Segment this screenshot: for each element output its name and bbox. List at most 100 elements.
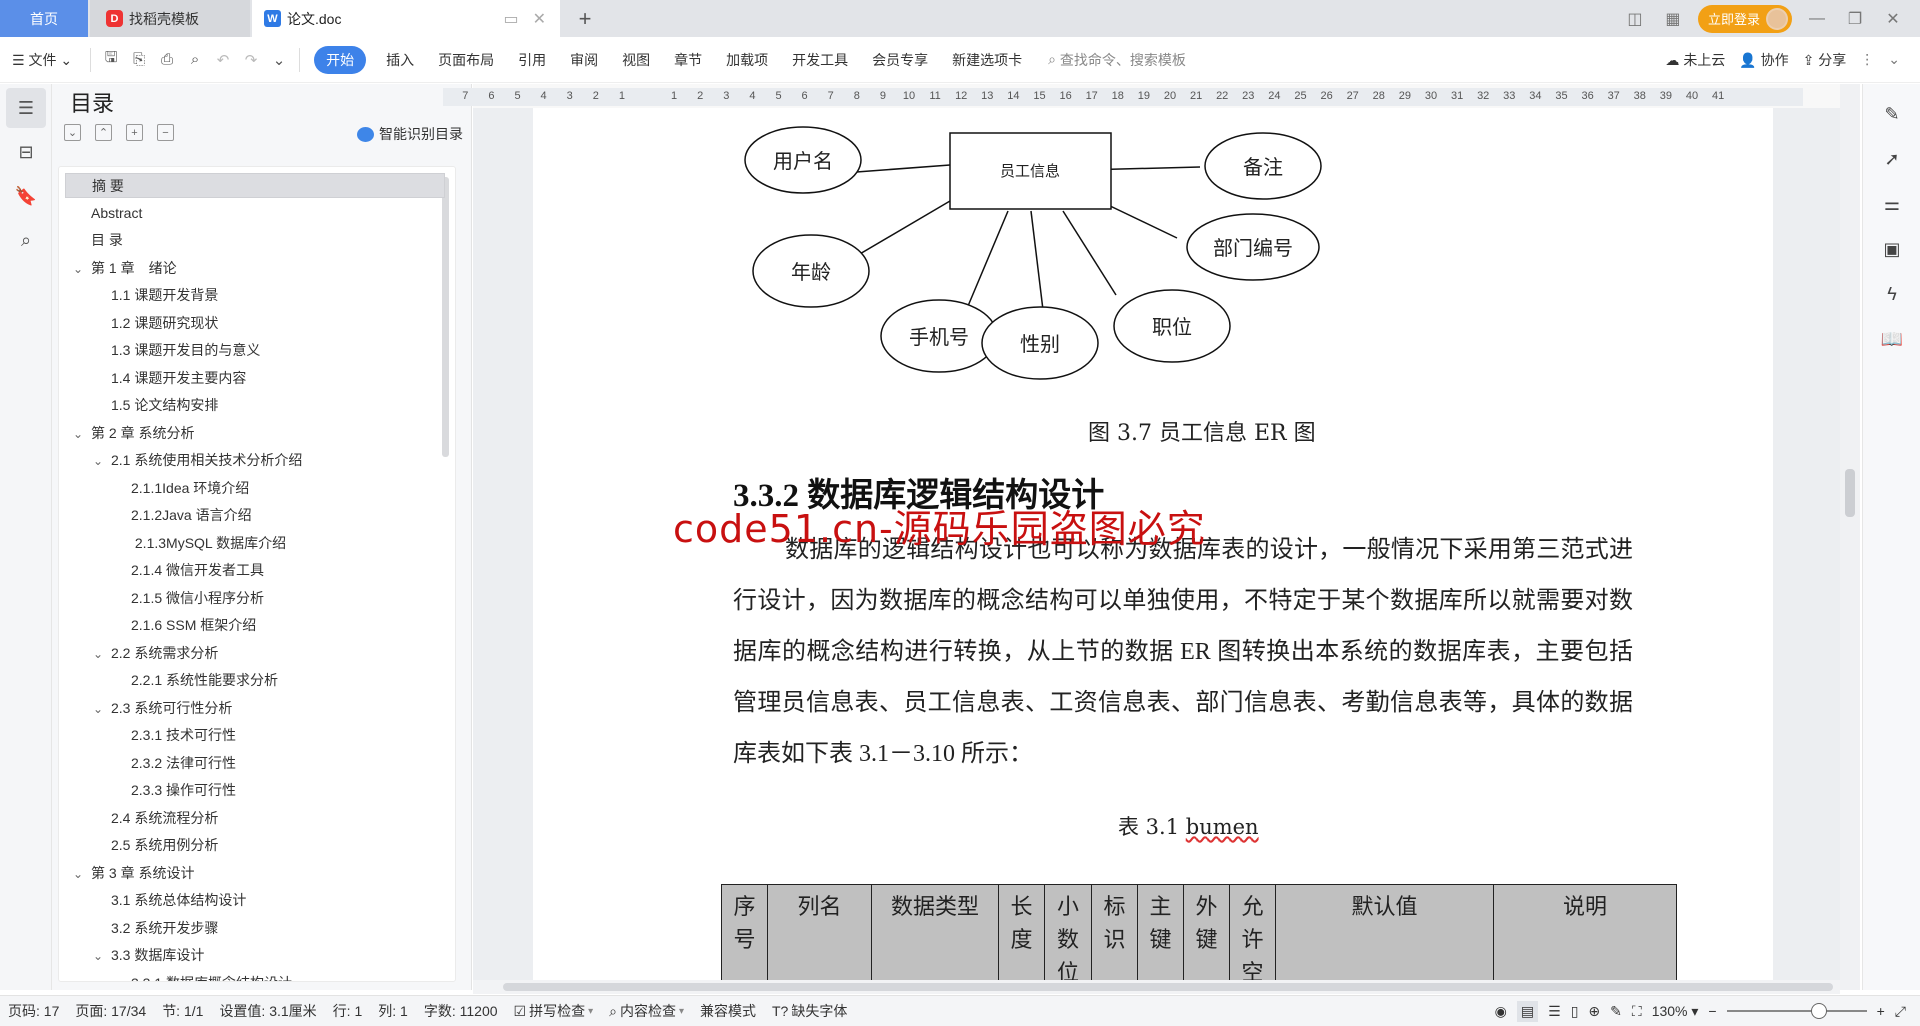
search-icon[interactable]: ⌕ <box>6 220 46 260</box>
zoom-out-button[interactable]: − <box>1708 1003 1716 1019</box>
toc-item[interactable]: 2.1.2Java 语言介绍 <box>65 503 445 528</box>
toc-item[interactable]: 1.3 课题开发目的与意义 <box>65 338 445 363</box>
toc-item[interactable]: 2.1.5 微信小程序分析 <box>65 586 445 611</box>
collapse-ribbon-icon[interactable]: ⌄ <box>1888 51 1900 68</box>
expand-all-icon[interactable]: ⌄ <box>64 124 81 141</box>
bookmark-icon[interactable]: 🔖 <box>6 176 46 216</box>
tab-references[interactable]: 引用 <box>506 50 558 70</box>
reading-view-icon[interactable]: ▯ <box>1571 1003 1579 1020</box>
toc-item[interactable]: 1.5 论文结构安排 <box>65 393 445 418</box>
vertical-scroll-thumb[interactable] <box>1845 469 1855 517</box>
chevron-down-icon[interactable]: ⌄ <box>93 449 111 474</box>
chevron-down-icon[interactable]: ⌄ <box>93 697 111 722</box>
content-check-button[interactable]: ⌕ 内容检查 ▾ <box>601 1001 692 1021</box>
export-pdf-icon[interactable]: ⎘ <box>128 49 150 71</box>
chevron-down-icon[interactable]: ⌄ <box>73 257 91 282</box>
horizontal-scrollbar[interactable] <box>473 980 1840 994</box>
toc-item[interactable]: ⌄ 2.3 系统可行性分析 <box>65 696 445 721</box>
close-window-icon[interactable]: ✕ <box>1880 9 1906 29</box>
chevron-down-icon[interactable]: ⌄ <box>73 862 91 887</box>
tab-addins[interactable]: 加载项 <box>714 50 780 70</box>
ai-bolt-icon[interactable]: ϟ <box>1877 279 1907 309</box>
apps-grid-icon[interactable]: ▦ <box>1660 9 1686 29</box>
zoom-slider[interactable] <box>1726 1003 1867 1019</box>
toc-item[interactable]: 1.4 课题开发主要内容 <box>65 366 445 391</box>
navigation-icon[interactable]: ⊟ <box>6 132 46 172</box>
tab-docer-templates[interactable]: D 找稻壳模板 <box>90 0 250 37</box>
save-icon[interactable]: 🖫 <box>100 49 122 71</box>
toc-item[interactable]: ⌄ 2.1 系统使用相关技术分析介绍 <box>65 448 445 473</box>
write-mode-icon[interactable]: ✎ <box>1610 1003 1622 1020</box>
tab-member[interactable]: 会员专享 <box>860 50 940 70</box>
toc-panel-icon[interactable]: ☰ <box>6 88 46 128</box>
minimize-icon[interactable]: — <box>1804 10 1830 28</box>
remove-level-icon[interactable]: − <box>157 124 174 141</box>
pointer-icon[interactable]: ➚ <box>1877 144 1907 174</box>
toc-item[interactable]: ⌄ 第 3 章 系统设计 <box>65 861 445 886</box>
toc-item[interactable]: 3.2 系统开发步骤 <box>65 916 445 941</box>
fullscreen-icon[interactable]: ⤢ <box>1895 1003 1906 1020</box>
pin-tab-icon[interactable]: ▭ <box>503 9 518 29</box>
print-icon[interactable]: ⎙ <box>156 49 178 71</box>
zoom-level[interactable]: 130% ▾ <box>1652 1003 1699 1020</box>
tab-insert[interactable]: 插入 <box>374 50 426 70</box>
tab-review[interactable]: 审阅 <box>558 50 610 70</box>
toc-item[interactable]: 3.3.1 数据库概念结构设计 <box>65 971 445 982</box>
file-menu[interactable]: ☰ 文件 ⌄ <box>0 50 84 70</box>
toc-item[interactable]: Abstract <box>65 201 445 226</box>
tab-start[interactable]: 开始 <box>314 45 367 74</box>
adjust-sliders-icon[interactable]: ⚌ <box>1877 189 1907 219</box>
toc-item[interactable]: 1.2 课题研究现状 <box>65 311 445 336</box>
tab-page-layout[interactable]: 页面布局 <box>426 50 506 70</box>
smart-toc-button[interactable]: 智能识别目录 <box>357 124 463 144</box>
toc-item[interactable]: ⌄ 2.2 系统需求分析 <box>65 641 445 666</box>
toc-item[interactable]: 2.1.3MySQL 数据库介绍 <box>65 531 445 556</box>
share-button[interactable]: ⇪ 分享 <box>1803 50 1847 70</box>
read-book-icon[interactable]: 📖 <box>1877 324 1907 354</box>
restore-icon[interactable]: ❐ <box>1842 9 1868 29</box>
toc-item[interactable]: 2.2.1 系统性能要求分析 <box>65 668 445 693</box>
body-paragraph[interactable]: 数据库的逻辑结构设计也可以称为数据库表的设计，一般情况下采用第三范式进行设计，因… <box>733 525 1633 780</box>
material-store-icon[interactable]: ▣ <box>1877 234 1907 264</box>
horizontal-ruler[interactable]: 7 6 5 4 3 2 1 1 2 3 4 5 6 7 8 9 10 11 12 13 14 15 16 17 18 19 20 21… <box>443 84 1840 108</box>
toc-item[interactable]: 2.3.2 法律可行性 <box>65 751 445 776</box>
toc-item[interactable]: 2.4 系统流程分析 <box>65 806 445 831</box>
command-search[interactable]: ⌕ 查找命令、搜索模板 <box>1034 50 1186 70</box>
web-view-icon[interactable]: ⊕ <box>1588 1003 1600 1020</box>
pen-icon[interactable]: ✎ <box>1877 99 1907 129</box>
redo-icon[interactable]: ↷ <box>240 49 262 71</box>
status-words[interactable]: 字数: 11200 <box>416 1001 506 1021</box>
status-page-code[interactable]: 页码: 17 <box>0 1001 67 1021</box>
toc-item[interactable]: 2.1.6 SSM 框架介绍 <box>65 613 445 638</box>
toc-item[interactable]: 2.1.1Idea 环境介绍 <box>65 476 445 501</box>
chevron-down-icon[interactable]: ⌄ <box>93 944 111 969</box>
toc-item[interactable]: 2.3.3 操作可行性 <box>65 778 445 803</box>
missing-font-button[interactable]: T? 缺失字体 <box>764 1001 855 1021</box>
tab-developer[interactable]: 开发工具 <box>780 50 860 70</box>
new-tab-button[interactable]: + <box>570 0 600 37</box>
tab-view[interactable]: 视图 <box>610 50 662 70</box>
toc-item[interactable]: 2.5 系统用例分析 <box>65 833 445 858</box>
eye-protect-icon[interactable]: ◉ <box>1495 1003 1507 1020</box>
toc-item[interactable]: 2.3.1 技术可行性 <box>65 723 445 748</box>
login-button[interactable]: 立即登录 <box>1697 4 1792 33</box>
toc-item[interactable]: ⌄ 第 1 章 绪论 <box>65 256 445 281</box>
tab-document[interactable]: W 论文.doc ▭ ✕ <box>252 0 560 37</box>
print-preview-icon[interactable]: ⌕ <box>184 49 206 71</box>
collapse-all-icon[interactable]: ⌃ <box>95 124 112 141</box>
spell-check-button[interactable]: ☑ 拼写检查 ▾ <box>506 1001 602 1021</box>
tab-chapter[interactable]: 章节 <box>662 50 714 70</box>
add-level-icon[interactable]: + <box>126 124 143 141</box>
cloud-status[interactable]: ☁ 未上云 <box>1665 50 1725 70</box>
more-icon[interactable]: ⋮ <box>1860 51 1874 68</box>
toc-item[interactable]: 目 录 <box>65 228 445 253</box>
toc-item[interactable]: ⌄ 第 2 章 系统分析 <box>65 421 445 446</box>
toc-item[interactable]: 2.1.4 微信开发者工具 <box>65 558 445 583</box>
toc-item[interactable]: 1.1 课题开发背景 <box>65 283 445 308</box>
tab-home[interactable]: 首页 <box>0 0 88 37</box>
collab-button[interactable]: 👤 协作 <box>1739 50 1788 70</box>
page-view-icon[interactable]: ▤ <box>1516 1000 1539 1022</box>
horizontal-scroll-thumb[interactable] <box>503 983 1833 991</box>
layout-icon[interactable]: ◫ <box>1622 9 1648 29</box>
vertical-scrollbar[interactable] <box>1840 84 1860 990</box>
